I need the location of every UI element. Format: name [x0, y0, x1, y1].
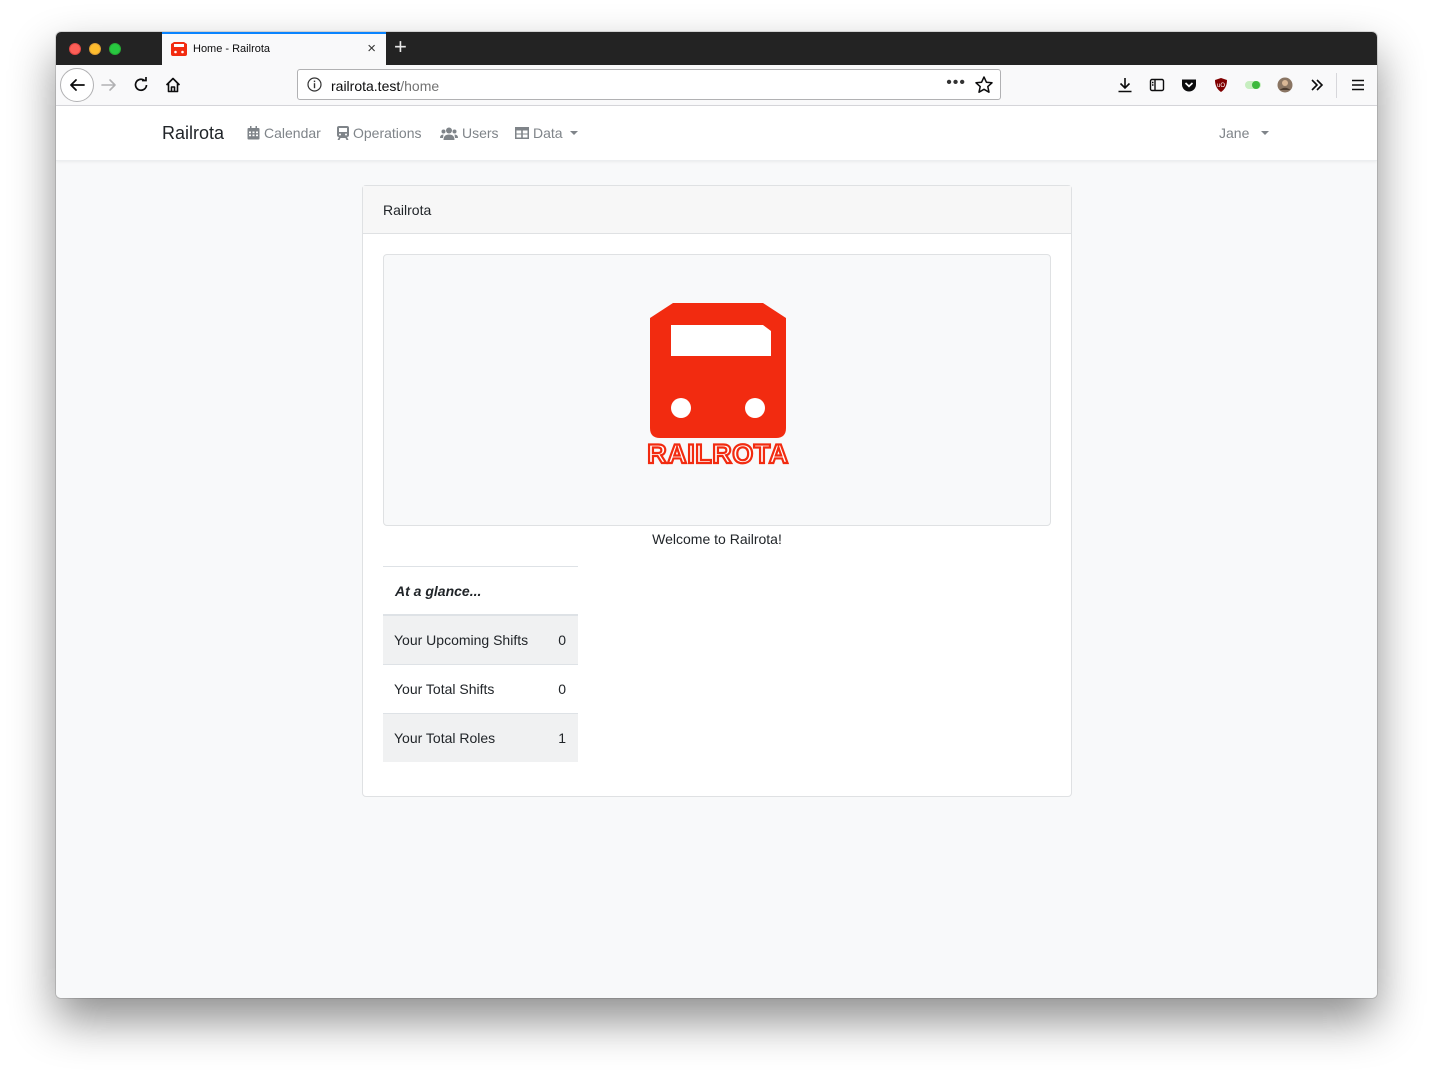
tab-title: Home - Railrota: [193, 43, 271, 55]
chevron-down-icon: [1261, 131, 1270, 135]
chevron-double-right-icon: [1311, 79, 1324, 91]
nav-calendar[interactable]: Calendar: [247, 125, 321, 141]
nav-users[interactable]: Users: [440, 125, 499, 141]
brand-link[interactable]: Railrota: [162, 123, 224, 144]
table-icon: [515, 127, 529, 139]
nav-calendar-label: Calendar: [264, 125, 321, 141]
app-navbar: Railrota Calendar Operations Users Data …: [56, 106, 1377, 161]
window-maximize-button[interactable]: [109, 43, 121, 55]
welcome-message: Welcome to Railrota!: [652, 531, 782, 547]
url-text[interactable]: railrota.test/home: [331, 78, 439, 94]
reload-button[interactable]: [126, 70, 156, 100]
url-bar[interactable]: railrota.test/home •••: [297, 69, 1001, 100]
nav-users-label: Users: [462, 125, 499, 141]
user-dropdown[interactable]: Jane: [1219, 125, 1270, 141]
calendar-icon: [247, 126, 260, 140]
window-minimize-button[interactable]: [89, 43, 101, 55]
toolbar-separator: [1336, 73, 1337, 98]
table-row: Your Total Shifts 0: [383, 664, 578, 713]
url-path: /home: [400, 78, 440, 94]
downloads-button[interactable]: [1110, 70, 1140, 100]
row-label: Your Upcoming Shifts: [394, 632, 529, 648]
reload-icon: [134, 77, 148, 92]
download-icon: [1118, 78, 1132, 93]
extension-button[interactable]: [1238, 70, 1268, 100]
table-row: Your Upcoming Shifts 0: [383, 615, 578, 664]
users-icon: [440, 127, 458, 140]
home-card: Railrota RAILROTA Welcome to Railrota! A…: [362, 185, 1072, 797]
svg-text:uO: uO: [1217, 83, 1225, 89]
hamburger-icon: [1352, 79, 1364, 91]
pocket-icon: [1182, 79, 1196, 92]
row-value: 1: [558, 730, 566, 746]
arrow-left-icon: [70, 79, 85, 91]
tab-home[interactable]: Home - Railrota ×: [162, 32, 386, 65]
new-tab-button[interactable]: +: [394, 35, 407, 59]
sidebar-button[interactable]: [1142, 70, 1172, 100]
chevron-down-icon: [569, 131, 578, 135]
at-a-glance-table: At a glance... Your Upcoming Shifts 0 Yo…: [383, 566, 578, 762]
row-value: 0: [558, 681, 566, 697]
url-domain: railrota.test: [331, 78, 401, 94]
bookmark-star-icon[interactable]: [974, 75, 994, 95]
nav-operations-label: Operations: [353, 125, 422, 141]
nav-data-dropdown[interactable]: Data: [515, 125, 578, 141]
home-icon: [165, 77, 181, 93]
row-label: Your Total Shifts: [394, 681, 495, 697]
navigation-toolbar: railrota.test/home ••• uO: [56, 65, 1377, 106]
forward-button[interactable]: [94, 70, 124, 100]
nav-data-label: Data: [533, 125, 563, 141]
account-button[interactable]: [1270, 70, 1300, 100]
home-button[interactable]: [158, 70, 188, 100]
window-close-button[interactable]: [69, 43, 81, 55]
tab-close-icon[interactable]: ×: [367, 40, 376, 58]
menu-button[interactable]: [1343, 70, 1373, 100]
ublock-icon: uO: [1215, 78, 1227, 92]
train-icon: [337, 126, 349, 140]
overflow-button[interactable]: [1302, 70, 1332, 100]
table-row: Your Total Roles 1: [383, 713, 578, 762]
browser-window: Home - Railrota × + railrota.test/home •…: [56, 32, 1377, 998]
row-label: Your Total Roles: [394, 730, 496, 746]
row-value: 0: [558, 632, 566, 648]
page-actions-icon[interactable]: •••: [946, 74, 966, 92]
ublock-button[interactable]: uO: [1206, 70, 1236, 100]
logo-text: RAILROTA: [647, 439, 788, 467]
nav-operations[interactable]: Operations: [337, 125, 421, 141]
glance-title: At a glance...: [383, 566, 578, 615]
railrota-favicon-icon: [171, 42, 187, 56]
toggle-extension-icon: [1245, 81, 1261, 89]
user-name: Jane: [1219, 125, 1250, 141]
info-icon[interactable]: [307, 77, 322, 92]
pocket-button[interactable]: [1174, 70, 1204, 100]
tab-strip: Home - Railrota × +: [56, 32, 1377, 65]
arrow-right-icon: [101, 79, 116, 91]
railrota-logo: RAILROTA: [646, 303, 789, 467]
page-viewport: Railrota Calendar Operations Users Data …: [56, 106, 1377, 998]
sidebar-icon: [1149, 78, 1165, 92]
logo-jumbotron: RAILROTA: [383, 254, 1051, 526]
card-header: Railrota: [363, 186, 1071, 234]
avatar-icon: [1277, 77, 1293, 93]
back-button[interactable]: [60, 68, 94, 102]
